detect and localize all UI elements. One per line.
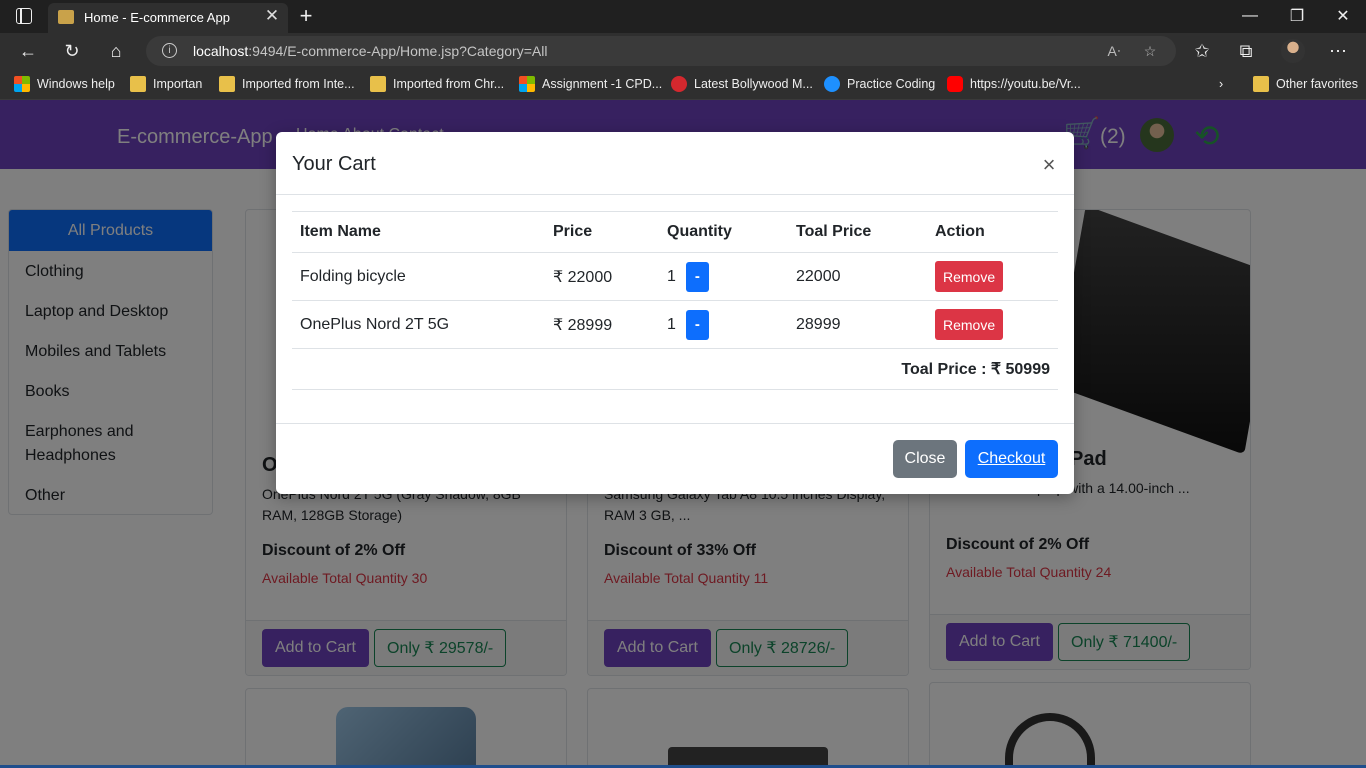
youtube-icon	[947, 76, 963, 92]
folder-icon	[370, 76, 386, 92]
favorite-item[interactable]: Windows help	[14, 75, 115, 93]
table-row: Folding bicycle ₹ 22000 1- 22000 Remove	[292, 252, 1058, 301]
folder-icon	[130, 76, 146, 92]
address-bar[interactable]: i localhost:9494/E-commerce-App/Home.jsp…	[146, 36, 1176, 66]
column-header: Quantity	[659, 211, 788, 253]
favorites-icon[interactable]: ✩	[1190, 39, 1214, 63]
decrease-quantity-button[interactable]: -	[685, 261, 709, 292]
site-info-icon[interactable]: i	[162, 43, 177, 58]
favorite-item[interactable]: Imported from Inte...	[219, 75, 355, 93]
browser-toolbar: ← ↻ ⌂ i localhost:9494/E-commerce-App/Ho…	[0, 33, 1366, 69]
total-row: Toal Price : ₹ 50999	[292, 348, 1058, 390]
home-icon[interactable]: ⌂	[104, 39, 128, 63]
item-quantity-cell: 1-	[659, 300, 788, 349]
cart-table: Item Name Price Quantity Toal Price Acti…	[292, 211, 1058, 390]
refresh-icon[interactable]: ↻	[60, 39, 84, 63]
minimize-icon[interactable]: —	[1238, 6, 1262, 26]
cart-total: Toal Price : ₹ 50999	[292, 348, 1058, 390]
microsoft-icon	[519, 76, 535, 92]
chevron-right-icon[interactable]: ›	[1219, 75, 1223, 93]
checkout-button[interactable]: Checkout	[965, 440, 1058, 478]
item-action-cell: Remove	[927, 300, 1058, 349]
read-aloud-icon[interactable]: Aᐧ	[1104, 41, 1124, 61]
item-action-cell: Remove	[927, 252, 1058, 301]
modal-footer: Close Checkout	[276, 423, 1074, 494]
tab-title: Home - E-commerce App	[84, 10, 230, 25]
item-name: OnePlus Nord 2T 5G	[292, 300, 545, 349]
microsoft-icon	[14, 76, 30, 92]
favorite-item[interactable]: Assignment -1 CPD...	[519, 75, 662, 93]
pc-blue-icon	[824, 76, 840, 92]
item-name: Folding bicycle	[292, 252, 545, 301]
table-header-row: Item Name Price Quantity Toal Price Acti…	[292, 211, 1058, 253]
cart-modal: Your Cart × Item Name Price Quantity Toa…	[276, 132, 1074, 494]
folder-icon	[1253, 76, 1269, 92]
item-quantity-cell: 1-	[659, 252, 788, 301]
add-favorite-icon[interactable]: ☆	[1140, 41, 1160, 61]
item-price: ₹ 28999	[545, 300, 659, 349]
browser-profile-avatar[interactable]	[1281, 39, 1305, 63]
browser-tab[interactable]: Home - E-commerce App ✕	[48, 3, 288, 33]
close-tab-icon[interactable]: ✕	[262, 6, 282, 26]
tab-actions-icon[interactable]	[16, 8, 32, 24]
close-button[interactable]: Close	[893, 440, 957, 478]
remove-button[interactable]: Remove	[935, 261, 1004, 292]
table-row: OnePlus Nord 2T 5G ₹ 28999 1- 28999 Remo…	[292, 300, 1058, 349]
item-quantity: 1	[667, 315, 676, 333]
new-tab-icon[interactable]: +	[294, 3, 318, 28]
modal-header: Your Cart ×	[276, 132, 1074, 195]
browser-tab-bar: Home - E-commerce App ✕ + — ❐ ✕	[0, 0, 1366, 33]
more-menu-icon[interactable]: ⋯	[1326, 39, 1350, 63]
item-total: 22000	[788, 252, 927, 301]
back-icon[interactable]: ←	[16, 39, 40, 63]
folder-icon	[219, 76, 235, 92]
decrease-quantity-button[interactable]: -	[685, 309, 709, 340]
collections-icon[interactable]: ⧉	[1234, 39, 1258, 63]
item-total: 28999	[788, 300, 927, 349]
url-text: localhost:9494/E-commerce-App/Home.jsp?C…	[193, 43, 548, 59]
favorite-item[interactable]: Latest Bollywood M...	[671, 75, 813, 93]
remove-button[interactable]: Remove	[935, 309, 1004, 340]
favorite-item[interactable]: https://youtu.be/Vr...	[947, 75, 1081, 93]
item-price: ₹ 22000	[545, 252, 659, 301]
column-header: Toal Price	[788, 211, 927, 253]
favorite-item[interactable]: Importan	[130, 75, 202, 93]
other-favorites[interactable]: Other favorites	[1253, 75, 1358, 93]
restore-icon[interactable]: ❐	[1285, 6, 1309, 26]
close-window-icon[interactable]: ✕	[1331, 6, 1355, 26]
item-quantity: 1	[667, 267, 676, 285]
m-red-icon	[671, 76, 687, 92]
favorites-bar: Windows help Importan Imported from Inte…	[0, 69, 1366, 100]
column-header: Price	[545, 211, 659, 253]
modal-title: Your Cart	[292, 153, 376, 175]
site-favicon-icon	[58, 10, 74, 24]
favorite-item[interactable]: Practice Coding	[824, 75, 935, 93]
column-header: Item Name	[292, 211, 545, 253]
column-header: Action	[927, 211, 1058, 253]
close-icon[interactable]: ×	[1039, 152, 1059, 177]
favorite-item[interactable]: Imported from Chr...	[370, 75, 504, 93]
